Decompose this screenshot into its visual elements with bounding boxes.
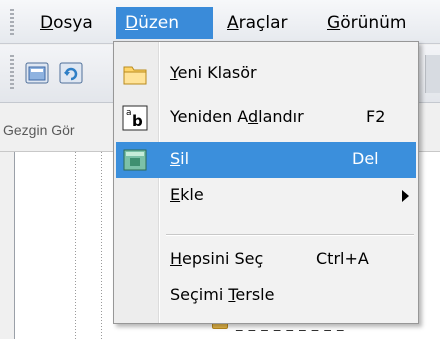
menu-item-rename-label: Yeniden Adlandır: [170, 107, 304, 126]
toolbar-grip[interactable]: [10, 55, 14, 91]
menu-dosya-mnemonic: D: [40, 13, 54, 33]
svg-text:a: a: [126, 108, 132, 118]
menu-item-invert-selection[interactable]: Seçimi Tersle: [116, 278, 416, 314]
menu-item-new-folder-label: Yeni Klasör: [170, 63, 257, 82]
menu-item-select-all-label: Hepsini Seç: [170, 249, 264, 268]
menu-item-delete[interactable]: Sil Del: [116, 142, 416, 178]
submenu-arrow-icon: [402, 190, 409, 202]
menu-item-invert-selection-label: Seçimi Tersle: [170, 285, 275, 304]
explorer-panel-title: Gezgin Gör: [3, 122, 75, 138]
folder-icon: [121, 60, 149, 88]
menu-item-rename[interactable]: a b Yeniden Adlandır F2: [116, 100, 416, 136]
menu-bar: Dosya Düzen Araçlar Görünüm: [0, 0, 440, 44]
menu-item-rename-shortcut: F2: [366, 107, 386, 126]
menubar-grip[interactable]: [10, 9, 14, 35]
menu-araclar-label: raçlar: [238, 13, 288, 33]
tree-guide-line: [101, 152, 102, 339]
menu-item-new-folder[interactable]: Yeni Klasör: [116, 56, 416, 92]
new-folder-button[interactable]: [22, 58, 52, 88]
refresh-button[interactable]: [56, 58, 86, 88]
rename-icon: a b: [121, 104, 149, 132]
refresh-icon: [59, 62, 83, 84]
menu-dosya[interactable]: Dosya: [31, 7, 102, 39]
menu-duzen[interactable]: Düzen: [116, 7, 213, 39]
menu-item-add-label: Ekle: [170, 185, 204, 204]
menu-separator: [166, 234, 414, 236]
menu-duzen-mnemonic: D: [125, 13, 139, 33]
delete-icon: [121, 146, 149, 174]
toolbar-edge: [425, 55, 440, 93]
menu-gorunum[interactable]: Görünüm: [318, 7, 415, 39]
menu-gorunum-label: örünüm: [340, 13, 407, 33]
new-folder-icon: [25, 62, 49, 84]
menu-dosya-label: osya: [53, 13, 93, 33]
menu-gorunum-mnemonic: G: [327, 13, 341, 33]
menu-araclar[interactable]: Araçlar: [218, 7, 297, 39]
edit-menu-dropdown: Yeni Klasör a b Yeniden Adlandır F2 Sil …: [113, 41, 419, 324]
menu-duzen-label: üzen: [138, 13, 180, 33]
menu-item-select-all[interactable]: Hepsini Seç Ctrl+A: [116, 242, 416, 278]
menu-item-delete-shortcut: Del: [352, 149, 379, 168]
tree-guide-line: [75, 152, 76, 339]
menu-item-select-all-shortcut: Ctrl+A: [316, 249, 369, 268]
menu-item-delete-label: Sil: [170, 149, 190, 168]
svg-text:b: b: [132, 112, 143, 130]
menu-araclar-mnemonic: A: [227, 13, 239, 33]
menu-item-add[interactable]: Ekle: [116, 178, 416, 214]
